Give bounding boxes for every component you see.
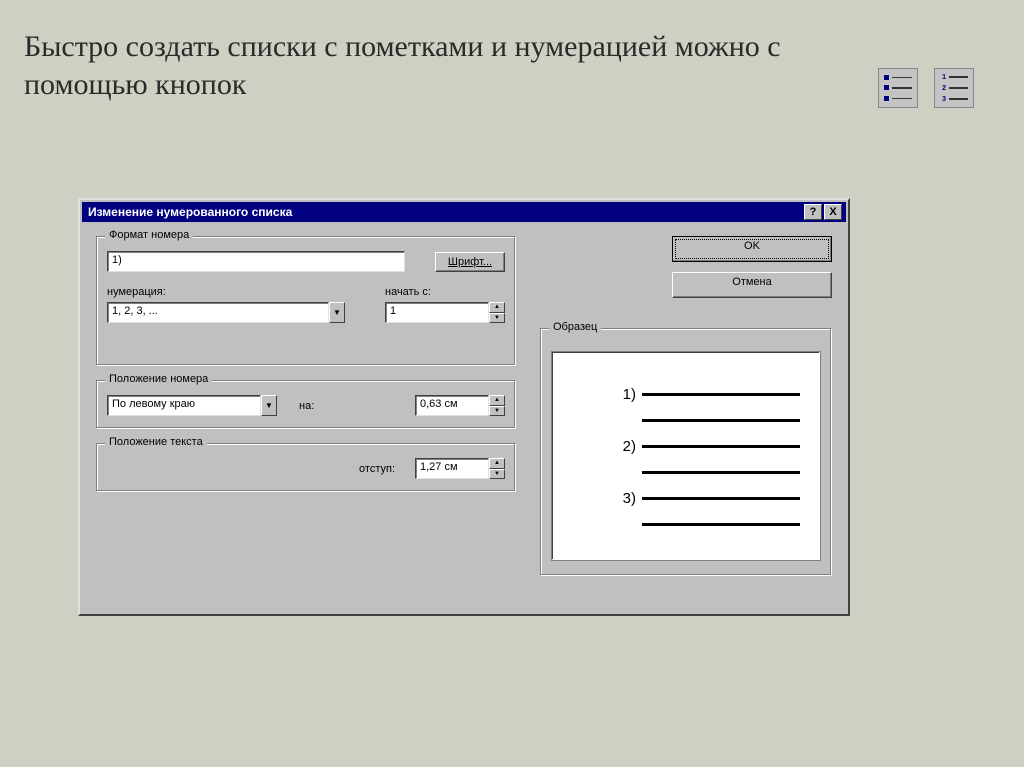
font-button[interactable]: Шрифт... xyxy=(435,252,505,272)
preview-number: 2) xyxy=(612,438,636,455)
format-input[interactable]: 1) xyxy=(107,251,405,272)
number-position-group-label: Положение номера xyxy=(105,373,212,385)
bullet-list-row xyxy=(884,75,912,80)
bullet-list-row xyxy=(884,85,912,90)
bullet-list-button[interactable] xyxy=(878,68,918,108)
chevron-down-icon[interactable]: ▼ xyxy=(329,302,345,323)
cancel-button[interactable]: Отмена xyxy=(672,272,832,298)
text-position-group: Положение текста отступ: 1,27 см ▲▼ xyxy=(96,443,516,492)
page-title: Быстро создать списки с пометками и нуме… xyxy=(24,28,854,103)
at-label: на: xyxy=(299,400,314,412)
numbered-list-row: 2 xyxy=(940,85,968,91)
close-button[interactable]: X xyxy=(824,204,842,220)
numeration-label: нумерация: xyxy=(107,286,345,298)
numeration-select[interactable]: 1, 2, 3, ... xyxy=(107,302,329,323)
start-at-input[interactable]: 1 xyxy=(385,302,489,323)
dialog-titlebar: Изменение нумерованного списка ? X xyxy=(82,202,846,222)
preview-group-label: Образец xyxy=(549,321,601,333)
dialog-title: Изменение нумерованного списка xyxy=(88,205,292,219)
preview-number: 3) xyxy=(612,490,636,507)
help-button[interactable]: ? xyxy=(804,204,822,220)
format-group: Формат номера 1) Шрифт... нумерация: 1, … xyxy=(96,236,516,366)
text-position-group-label: Положение текста xyxy=(105,436,207,448)
start-at-spinner[interactable]: ▲▼ xyxy=(489,302,505,323)
preview-group: Образец 1) x 2) x 3) x xyxy=(540,328,832,576)
alignment-select[interactable]: По левому краю xyxy=(107,395,261,416)
at-spinner[interactable]: ▲▼ xyxy=(489,395,505,416)
numbered-list-row: 1 xyxy=(940,74,968,80)
number-position-group: Положение номера По левому краю ▼ на: 0,… xyxy=(96,380,516,429)
at-input[interactable]: 0,63 см xyxy=(415,395,489,416)
preview-canvas: 1) x 2) x 3) x xyxy=(551,351,821,561)
start-at-label: начать с: xyxy=(385,286,505,298)
bullet-list-row xyxy=(884,96,912,101)
indent-input[interactable]: 1,27 см xyxy=(415,458,489,479)
preview-number: 1) xyxy=(612,386,636,403)
chevron-down-icon[interactable]: ▼ xyxy=(261,395,277,416)
indent-spinner[interactable]: ▲▼ xyxy=(489,458,505,479)
numbered-list-row: 3 xyxy=(940,96,968,102)
numbered-list-button[interactable]: 1 2 3 xyxy=(934,68,974,108)
format-group-label: Формат номера xyxy=(105,229,193,241)
ok-button[interactable]: OK xyxy=(672,236,832,262)
indent-label: отступ: xyxy=(359,463,395,475)
numbered-list-dialog: Изменение нумерованного списка ? X Форма… xyxy=(78,198,850,616)
